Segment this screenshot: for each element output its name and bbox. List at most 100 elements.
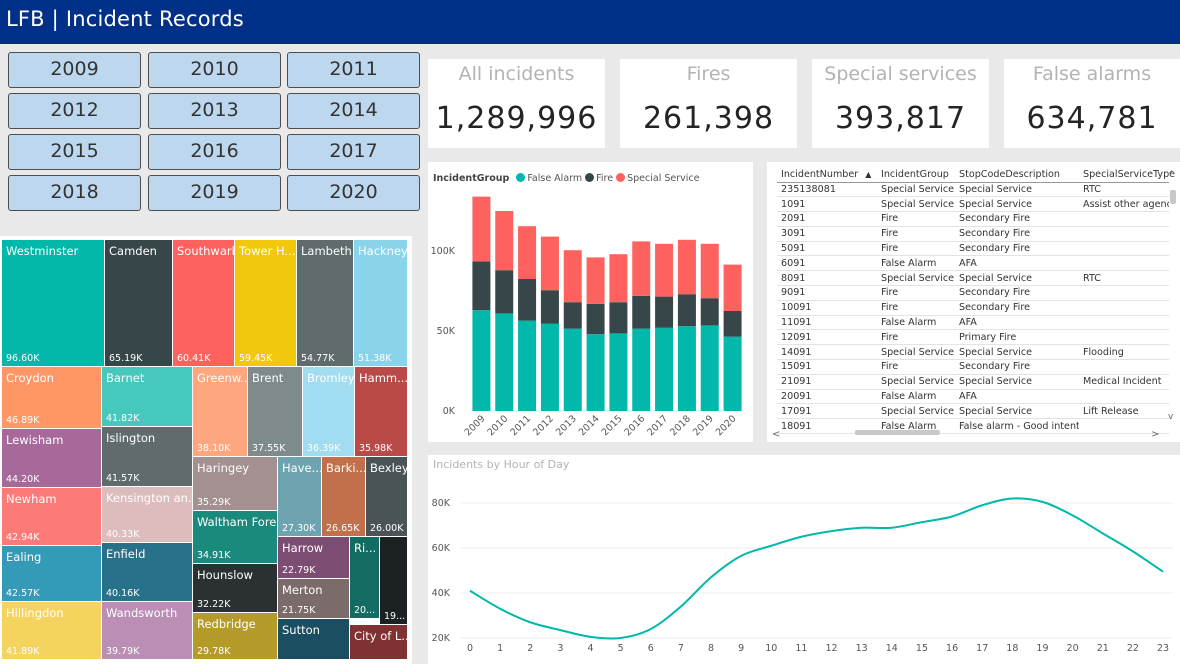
data-point[interactable] xyxy=(950,515,954,519)
bar-segment[interactable] xyxy=(586,257,605,304)
treemap-tile[interactable]: City of L... xyxy=(350,625,408,660)
data-point[interactable] xyxy=(920,520,924,524)
table-row[interactable]: 2091 Fire Secondary Fire xyxy=(777,211,1169,227)
bar-segment[interactable] xyxy=(723,311,742,337)
treemap-tile[interactable]: Barnet 41.82K xyxy=(102,367,193,427)
data-point[interactable] xyxy=(1131,549,1135,553)
table-row[interactable]: 3091 Fire Secondary Fire xyxy=(777,226,1169,242)
treemap-tile[interactable]: Barki... 26.65K xyxy=(322,457,366,537)
year-button-2015[interactable]: 2015 xyxy=(8,134,141,170)
year-button-2016[interactable]: 2016 xyxy=(148,134,281,170)
treemap-tile[interactable]: Camden 65.19K xyxy=(105,240,173,367)
treemap-tile[interactable]: Sutton xyxy=(278,619,350,660)
treemap-tile[interactable]: Ealing 42.57K xyxy=(2,546,102,602)
bar-segment[interactable] xyxy=(472,261,491,311)
table-row[interactable]: 10091 Fire Secondary Fire xyxy=(777,300,1169,316)
data-point[interactable] xyxy=(1161,570,1165,574)
table-row[interactable]: 21091 Special Service Special Service Medic… xyxy=(777,374,1169,390)
bar-segment[interactable] xyxy=(540,323,559,411)
bar-segment[interactable] xyxy=(472,310,491,411)
treemap-tile[interactable]: Hillingdon 41.89K xyxy=(2,602,102,660)
table-row[interactable]: 6091 False Alarm AFA xyxy=(777,255,1169,272)
bar-segment[interactable] xyxy=(700,243,719,299)
bar-segment[interactable] xyxy=(655,296,674,328)
bar-segment[interactable] xyxy=(677,294,696,327)
table-row[interactable]: 8091 Special Service Special Service RTC xyxy=(777,270,1169,287)
column-header[interactable]: StopCodeDescription xyxy=(955,167,1079,183)
year-button-2018[interactable]: 2018 xyxy=(8,175,141,211)
data-point[interactable] xyxy=(980,503,984,507)
table-row[interactable]: 1091 Special Service Special Service Assist… xyxy=(777,196,1169,213)
sort-ascending-icon[interactable]: ▲ xyxy=(865,170,871,179)
column-header[interactable]: SpecialServiceType xyxy=(1079,167,1175,183)
data-point[interactable] xyxy=(890,526,894,530)
treemap-tile[interactable]: Enfield 40.16K xyxy=(102,543,193,602)
bar-segment[interactable] xyxy=(700,325,719,411)
bar-segment[interactable] xyxy=(495,313,514,411)
year-button-2020[interactable]: 2020 xyxy=(287,175,420,211)
data-point[interactable] xyxy=(1101,531,1105,535)
year-button-2012[interactable]: 2012 xyxy=(8,93,141,129)
data-point[interactable] xyxy=(498,607,502,611)
treemap-tile[interactable]: Have... 27.30K xyxy=(278,457,322,537)
treemap-tile[interactable]: Ri... 20... xyxy=(350,537,380,619)
year-button-2013[interactable]: 2013 xyxy=(148,93,281,129)
bar-segment[interactable] xyxy=(495,211,514,271)
table-row[interactable]: 18091 False Alarm False alarm - Good inten… xyxy=(777,418,1169,435)
year-button-2019[interactable]: 2019 xyxy=(148,175,281,211)
data-point[interactable] xyxy=(1071,513,1075,517)
treemap-tile[interactable]: Harrow 22.79K xyxy=(278,537,350,579)
data-point[interactable] xyxy=(860,526,864,530)
treemap-tile[interactable]: Redbridge 29.78K xyxy=(193,613,278,660)
bar-segment[interactable] xyxy=(609,254,628,303)
bar-segment[interactable] xyxy=(632,328,651,411)
data-point[interactable] xyxy=(619,636,623,640)
treemap-tile[interactable]: Waltham Forest 34.91K xyxy=(193,511,278,564)
data-point[interactable] xyxy=(769,544,773,548)
data-point[interactable] xyxy=(679,605,683,609)
treemap-tile[interactable]: Hackney 51.38K xyxy=(354,240,408,367)
year-button-2009[interactable]: 2009 xyxy=(8,52,141,88)
table-row[interactable]: 9091 Fire Secondary Fire xyxy=(777,285,1169,301)
table-row[interactable]: 15091 Fire Secondary Fire xyxy=(777,359,1169,375)
bar-segment[interactable] xyxy=(632,295,651,329)
treemap-tile[interactable]: Westminster 96.60K xyxy=(2,240,105,367)
bar-segment[interactable] xyxy=(677,239,696,295)
bar-segment[interactable] xyxy=(677,326,696,411)
data-point[interactable] xyxy=(709,575,713,579)
data-point[interactable] xyxy=(558,628,562,632)
treemap-tile[interactable]: Hounslow 32.22K xyxy=(193,564,278,613)
data-point[interactable] xyxy=(1010,497,1014,501)
treemap-tile[interactable]: Southwark 60.41K xyxy=(173,240,235,367)
treemap-tile[interactable]: 19... xyxy=(380,537,408,625)
bar-segment[interactable] xyxy=(563,250,582,303)
bar-segment[interactable] xyxy=(723,336,742,411)
bar-segment[interactable] xyxy=(609,302,628,334)
bar-segment[interactable] xyxy=(518,320,537,411)
bar-segment[interactable] xyxy=(495,270,514,314)
treemap-tile[interactable]: Islington 41.57K xyxy=(102,427,193,487)
bar-segment[interactable] xyxy=(540,236,559,291)
bar-segment[interactable] xyxy=(540,290,559,324)
bar-segment[interactable] xyxy=(586,334,605,411)
bar-segment[interactable] xyxy=(563,302,582,329)
year-button-2011[interactable]: 2011 xyxy=(287,52,420,88)
treemap-tile[interactable]: Lewisham 44.20K xyxy=(2,429,102,488)
table-row[interactable]: 17091 Special Service Special Service Lift … xyxy=(777,403,1169,420)
treemap-tile[interactable]: Brent 37.55K xyxy=(248,367,303,457)
treemap-tile[interactable]: Bromley 36.39K xyxy=(303,367,355,457)
treemap-tile[interactable]: Merton 21.75K xyxy=(278,579,350,619)
bar-segment[interactable] xyxy=(518,279,537,321)
data-point[interactable] xyxy=(468,589,472,593)
data-point[interactable] xyxy=(1040,500,1044,504)
data-point[interactable] xyxy=(649,627,653,631)
bar-segment[interactable] xyxy=(632,241,651,296)
data-point[interactable] xyxy=(589,635,593,639)
table-row[interactable]: 235138081 Special Service Special Service R… xyxy=(777,182,1169,198)
bar-segment[interactable] xyxy=(655,327,674,411)
data-point[interactable] xyxy=(528,620,532,624)
table-row[interactable]: 14091 Special Service Special Service Flood… xyxy=(777,344,1169,361)
data-point[interactable] xyxy=(830,529,834,533)
bar-segment[interactable] xyxy=(723,264,742,311)
year-button-2017[interactable]: 2017 xyxy=(287,134,420,170)
